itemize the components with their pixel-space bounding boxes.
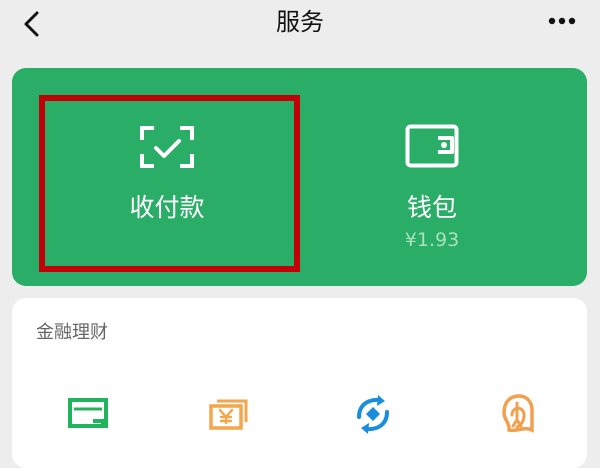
more-options-button[interactable] — [542, 6, 582, 36]
page-title: 服务 — [276, 8, 324, 36]
banknote-service-button[interactable] — [206, 392, 254, 436]
wallet-icon — [405, 124, 459, 168]
chevron-left-icon — [24, 11, 39, 37]
finance-section-card: 金融理财 — [12, 298, 587, 468]
back-button[interactable] — [14, 6, 50, 42]
sync-coin-service-button[interactable] — [349, 392, 397, 436]
receive-pay-button[interactable]: 收付款 — [42, 68, 292, 286]
wallet-balance: ¥1.93 — [404, 229, 460, 251]
refresh-coin-icon — [357, 395, 389, 434]
credit-card-icon — [68, 398, 108, 428]
scan-check-icon — [140, 126, 194, 168]
lock-fingerprint-icon — [502, 394, 534, 433]
credit-card-service-button[interactable] — [64, 392, 112, 436]
secure-finance-service-button[interactable] — [492, 392, 540, 436]
yuan-banknote-icon — [209, 399, 248, 430]
top-navigation: 服务 — [0, 0, 600, 48]
more-options-icon — [548, 17, 576, 25]
finance-section-title: 金融理财 — [36, 322, 108, 343]
payment-wallet-panel: 收付款 钱包 ¥1.93 — [12, 68, 587, 286]
receive-pay-label: 收付款 — [129, 193, 205, 222]
wallet-button[interactable]: 钱包 ¥1.93 — [307, 68, 557, 286]
wallet-label: 钱包 — [406, 193, 457, 222]
